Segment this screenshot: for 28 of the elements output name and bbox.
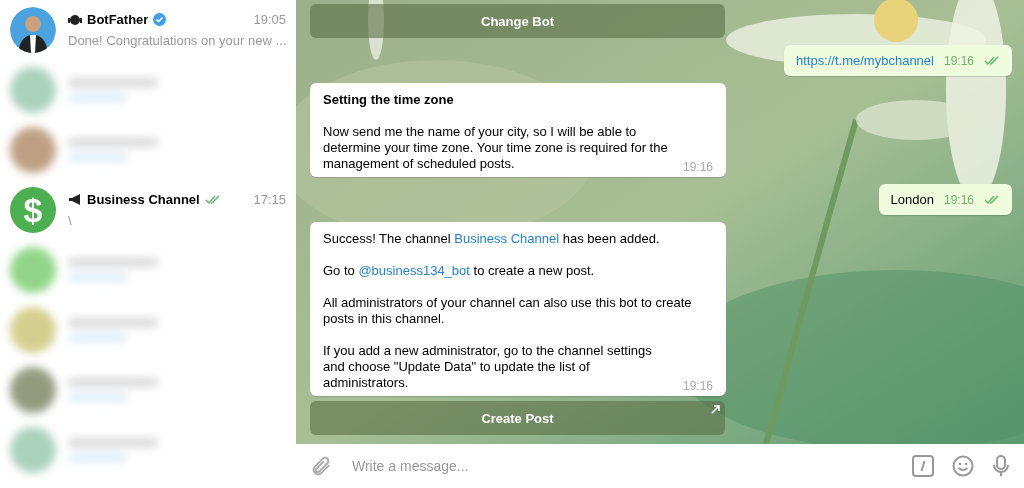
avatar bbox=[10, 7, 56, 53]
message-preview: \ bbox=[68, 213, 73, 228]
link[interactable]: @business134_bot bbox=[358, 263, 470, 278]
message-title: Setting the time zone bbox=[323, 92, 455, 108]
inline-button[interactable]: Change Bot bbox=[310, 4, 725, 38]
message-text: Success! The channel Business Channel has been added. bbox=[323, 231, 661, 247]
avatar-symbol: $ bbox=[23, 190, 43, 230]
outgoing-message: London 19:16 bbox=[878, 184, 1012, 215]
inline-button[interactable]: Create Post bbox=[310, 401, 725, 435]
message-text: All administrators of your channel can also use this bot to create posts in this channel. bbox=[323, 295, 693, 327]
chat-time: 19:05 bbox=[253, 12, 286, 27]
microphone-icon[interactable] bbox=[992, 455, 1010, 477]
message-time: 19:16 bbox=[682, 160, 713, 174]
message-preview: Done! Congratulations on your new ... bbox=[68, 33, 286, 48]
emoji-icon[interactable] bbox=[952, 455, 974, 477]
message-text: Now send me the name of your city, so I will be able to determine your time zone. Your time zone is required for the management of scheduled posts. bbox=[323, 124, 669, 172]
message-time: 19:16 bbox=[682, 379, 713, 393]
chat-time: 17:15 bbox=[253, 192, 286, 207]
message-text: Go to @business134_bot to create a new post. bbox=[323, 263, 596, 279]
message-time: 19:16 bbox=[943, 192, 974, 207]
link[interactable]: Business Channel bbox=[454, 231, 560, 246]
commands-icon[interactable] bbox=[912, 455, 934, 477]
link[interactable]: https://t.me/mybchannel bbox=[795, 53, 934, 68]
attach-icon[interactable] bbox=[310, 455, 332, 477]
message-time: 19:16 bbox=[943, 53, 974, 68]
message-text: If you add a new administrator, go to the channel settings and choose "Update Data" to update the list of administrators. bbox=[323, 343, 653, 391]
chat-name: BotFather bbox=[87, 12, 149, 27]
chat-name: Business Channel bbox=[87, 192, 200, 207]
